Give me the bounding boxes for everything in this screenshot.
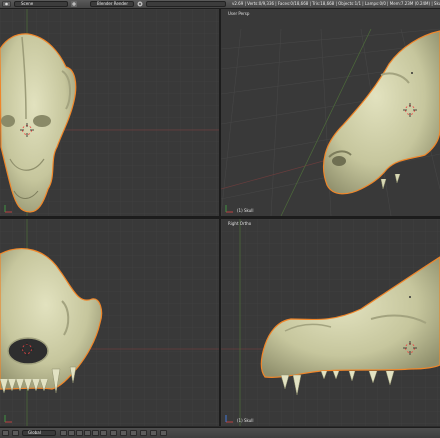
proportional-edit-icon[interactable]: [120, 430, 127, 436]
axis-gizmo: [3, 414, 13, 424]
viewport-right-ortho[interactable]: Right Ortho (1) Skull: [221, 219, 440, 426]
viewport-label-user-persp: User Persp: [228, 11, 250, 16]
layer-button-4[interactable]: [84, 430, 91, 436]
render-engine-value: Blender Render: [97, 1, 129, 6]
area-splitter-horizontal[interactable]: [0, 216, 440, 219]
active-object-label: (1) Skull: [237, 418, 254, 423]
view-menu-icon[interactable]: [2, 430, 9, 436]
info-icon: [2, 1, 11, 7]
viewport-header-bar: Global: [0, 427, 440, 438]
select-menu-icon[interactable]: [12, 430, 19, 436]
viewport-front-ortho[interactable]: [0, 219, 219, 426]
scene-stats: v2.69 | Verts:0/9,336 | Faces:0/18,668 |…: [232, 1, 440, 6]
lock-icon[interactable]: [150, 430, 157, 436]
viewport-label-right-ortho: Right Ortho: [228, 221, 252, 226]
layer-button-5[interactable]: [92, 430, 99, 436]
viewport-user-persp[interactable]: User Persp (1) Skull: [221, 9, 440, 216]
search-field[interactable]: [146, 1, 226, 7]
camera-icon[interactable]: [140, 430, 147, 436]
viewport-front-ortho-canvas: [0, 219, 219, 426]
render-engine-dropdown[interactable]: Blender Render: [90, 1, 134, 7]
scene-selector-value: Scene: [21, 1, 34, 6]
axis-gizmo: [3, 204, 13, 214]
transform-orientation-dropdown[interactable]: Global: [22, 430, 56, 436]
active-object-label: (1) Skull: [237, 208, 254, 213]
layer-button-6[interactable]: [100, 430, 107, 436]
editor-type-menu[interactable]: [2, 1, 11, 7]
viewport-persp-canvas: [221, 9, 440, 216]
viewport-right-ortho-canvas: [221, 219, 440, 426]
info-header: Scene Blender Render v2.69 | Verts:0/9,3…: [0, 0, 440, 9]
blender-logo-icon: [137, 1, 143, 7]
grid-icon[interactable]: [160, 430, 167, 436]
scene-selector[interactable]: Scene: [14, 1, 68, 7]
axis-gizmo: [224, 204, 234, 214]
axis-gizmo: [224, 414, 234, 424]
layer-button-1[interactable]: [60, 430, 67, 436]
render-preview-icon[interactable]: [130, 430, 137, 436]
plus-icon: [71, 1, 77, 7]
layer-button-2[interactable]: [68, 430, 75, 436]
layer-button-3[interactable]: [76, 430, 83, 436]
scene-add-button[interactable]: [71, 1, 77, 7]
transform-orientation-value: Global: [28, 430, 41, 435]
viewport-front[interactable]: [0, 9, 219, 216]
snap-toggle-icon[interactable]: [110, 430, 117, 436]
viewport-front-canvas: [0, 9, 219, 216]
